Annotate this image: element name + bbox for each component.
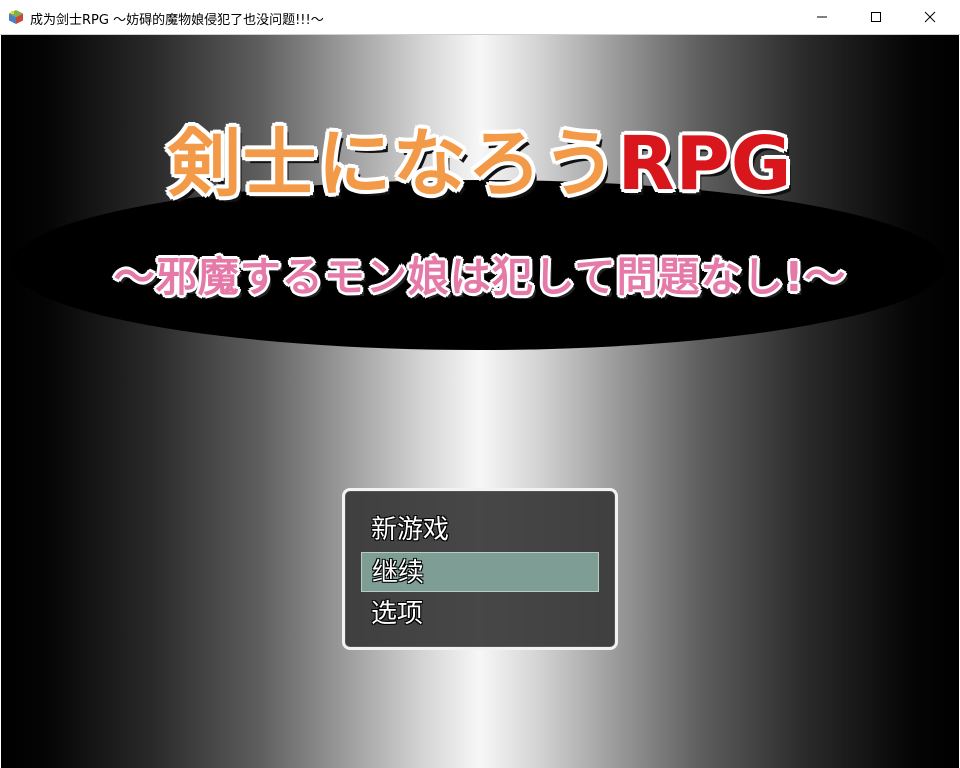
logo-subtitle: ～邪魔するモン娘は犯して問題なし!～	[113, 253, 847, 301]
game-logo: 剣士になろうRPG	[1, 127, 959, 201]
maximize-button[interactable]	[853, 0, 899, 34]
title-command-menu: 新游戏 继续 选项	[342, 488, 618, 650]
close-button[interactable]	[907, 0, 953, 34]
maximize-icon	[871, 12, 881, 22]
close-icon	[924, 11, 936, 23]
menu-item-options[interactable]: 选项	[361, 594, 599, 634]
logo-title-rpg: RPG	[617, 121, 793, 207]
logo-title-japanese: 剣士になろう	[167, 121, 618, 207]
window-title: 成为剑士RPG ～妨碍的魔物娘侵犯了也没问题!!!～	[30, 13, 324, 28]
minimize-button[interactable]	[799, 0, 845, 34]
minimize-icon	[817, 16, 827, 18]
window-titlebar: 成为剑士RPG ～妨碍的魔物娘侵犯了也没问题!!!～	[0, 0, 960, 35]
menu-item-new-game[interactable]: 新游戏	[361, 510, 599, 550]
menu-item-continue[interactable]: 继续	[361, 552, 599, 592]
game-title-screen: 剣士になろうRPG ～邪魔するモン娘は犯して問題なし!～ 新游戏 继续 选项	[1, 35, 959, 768]
rpg-maker-cube-icon	[8, 9, 24, 25]
